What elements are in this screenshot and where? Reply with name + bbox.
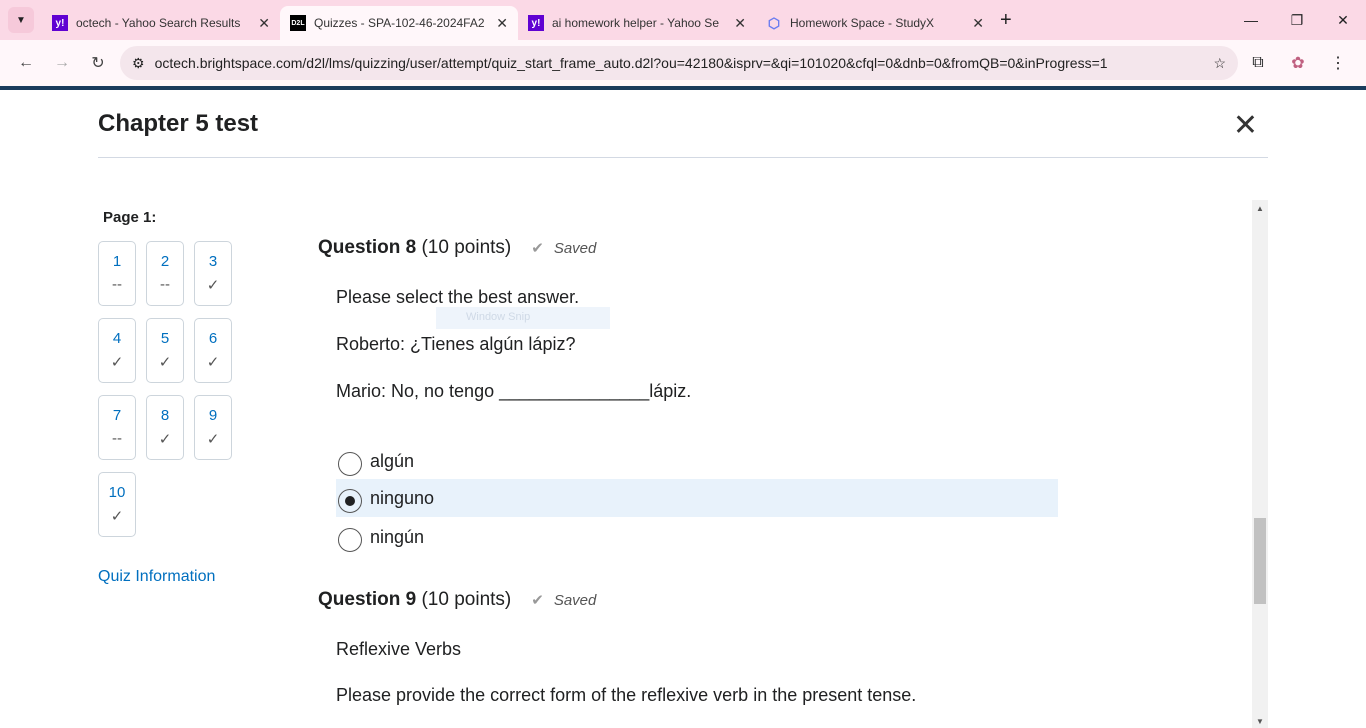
- question-number: 3: [208, 253, 218, 270]
- tab-strip: ▼ y! octech - Yahoo Search Results ✕ D2L Qu…: [0, 0, 1366, 40]
- browser-tab[interactable]: ⬡ Homework Space - StudyX ✕: [756, 6, 994, 40]
- question-text: Mario: No, no tengo _______________lápiz…: [336, 381, 692, 401]
- question-title: Question 9: [318, 589, 417, 610]
- answer-option[interactable]: algún: [336, 442, 1058, 480]
- question-9-heading: Question 9 (10 points) ✔ Saved: [318, 589, 596, 611]
- answered-check-icon: ✓: [206, 277, 220, 294]
- question-number: 1: [112, 253, 122, 270]
- question-number: 5: [160, 330, 170, 347]
- question-number: 4: [112, 330, 122, 347]
- option-label: ningún: [370, 526, 425, 547]
- radio-button-checked[interactable]: [338, 489, 362, 513]
- url-text[interactable]: octech.brightspace.com/d2l/lms/quizzing/…: [155, 55, 1214, 71]
- tab-search-chevron-icon[interactable]: ▼: [8, 7, 34, 33]
- site-info-icon[interactable]: ⚙: [132, 55, 145, 72]
- answered-check-icon: ✓: [206, 354, 220, 371]
- tab-title: Homework Space - StudyX: [790, 16, 935, 30]
- new-tab-icon[interactable]: +: [1000, 9, 1012, 32]
- browser-tab[interactable]: y! ai homework helper - Yahoo Se ✕: [518, 6, 756, 40]
- answer-option[interactable]: ningún: [336, 518, 1058, 556]
- close-window-icon[interactable]: ✕: [1320, 0, 1366, 40]
- question-nav-button-5[interactable]: 5 ✓: [146, 318, 184, 383]
- yahoo-icon: y!: [52, 15, 68, 31]
- browser-tab[interactable]: y! octech - Yahoo Search Results ✕: [42, 6, 280, 40]
- question-nav-button-8[interactable]: 8 ✓: [146, 395, 184, 460]
- question-topic: Reflexive Verbs: [336, 639, 462, 659]
- browser-tab-active[interactable]: D2L Quizzes - SPA-102-46-2024FA2 ✕: [280, 6, 518, 40]
- answered-check-icon: ✓: [206, 431, 220, 448]
- question-8-heading: Question 8 (10 points) ✔ Saved: [318, 237, 596, 259]
- close-tab-icon[interactable]: ✕: [258, 15, 270, 32]
- question-number: 7: [112, 407, 122, 424]
- question-title: Question 8: [318, 237, 417, 258]
- radio-button[interactable]: [338, 452, 362, 476]
- saved-status: Saved: [553, 240, 597, 257]
- tab-title: Quizzes - SPA-102-46-2024FA2: [314, 16, 485, 30]
- close-tab-icon[interactable]: ✕: [496, 15, 508, 32]
- answer-option-selected[interactable]: ninguno: [336, 479, 1058, 517]
- reload-icon[interactable]: ↻: [80, 53, 116, 73]
- radio-button[interactable]: [338, 528, 362, 552]
- window-snip-overlay: Window Snip: [436, 307, 610, 329]
- tab-title: octech - Yahoo Search Results: [76, 16, 241, 30]
- quiz-information-link[interactable]: Quiz Information: [98, 568, 215, 586]
- question-nav-button-7[interactable]: 7 --: [98, 395, 136, 460]
- quiz-header: Chapter 5 test ✕: [98, 92, 1268, 158]
- check-icon: ✔: [531, 240, 544, 257]
- page-title: Chapter 5 test: [98, 110, 259, 137]
- unanswered-indicator: --: [112, 430, 122, 447]
- forward-icon[interactable]: →: [44, 54, 80, 72]
- question-nav-button-9[interactable]: 9 ✓: [194, 395, 232, 460]
- close-tab-icon[interactable]: ✕: [972, 15, 984, 32]
- answered-check-icon: ✓: [110, 354, 124, 371]
- question-text: Roberto: ¿Tienes algún lápiz?: [336, 334, 576, 354]
- d2l-icon: D2L: [290, 15, 306, 31]
- scroll-down-icon[interactable]: ▼: [1252, 717, 1268, 726]
- question-nav-button-3[interactable]: 3 ✓: [194, 241, 232, 306]
- option-label: ninguno: [370, 487, 435, 508]
- question-nav-button-10[interactable]: 10 ✓: [98, 472, 136, 537]
- yahoo-icon: y!: [528, 15, 544, 31]
- question-nav-button-1[interactable]: 1 --: [98, 241, 136, 306]
- studyx-icon: ⬡: [767, 14, 781, 31]
- address-bar[interactable]: ⚙ octech.brightspace.com/d2l/lms/quizzin…: [120, 46, 1238, 80]
- close-icon[interactable]: ✕: [1233, 108, 1258, 143]
- scrollbar-thumb[interactable]: [1254, 518, 1266, 604]
- option-label: algún: [370, 450, 415, 471]
- extensions-icon[interactable]: ⧉: [1238, 54, 1278, 72]
- profile-avatar[interactable]: ✿: [1278, 53, 1318, 73]
- question-number: 8: [160, 407, 170, 424]
- brand-bar: [0, 86, 1366, 90]
- check-icon: ✔: [531, 592, 544, 609]
- question-number: 9: [208, 407, 218, 424]
- question-nav-button-6[interactable]: 6 ✓: [194, 318, 232, 383]
- page-label: Page 1:: [103, 209, 157, 226]
- question-nav-button-2[interactable]: 2 --: [146, 241, 184, 306]
- answered-check-icon: ✓: [158, 354, 172, 371]
- scrollbar[interactable]: ▲ ▼: [1252, 200, 1268, 728]
- scroll-up-icon[interactable]: ▲: [1252, 204, 1268, 213]
- saved-status: Saved: [553, 592, 597, 609]
- question-nav-button-4[interactable]: 4 ✓: [98, 318, 136, 383]
- question-number: 6: [208, 330, 218, 347]
- bookmark-star-icon[interactable]: ☆: [1213, 55, 1226, 72]
- menu-icon[interactable]: ⋮: [1318, 53, 1358, 73]
- question-prompt: Please provide the correct form of the r…: [336, 685, 917, 705]
- question-points: (10 points): [421, 589, 512, 610]
- tab-title: ai homework helper - Yahoo Se: [552, 16, 719, 30]
- question-number: 2: [160, 253, 170, 270]
- question-prompt: Please select the best answer.: [336, 287, 580, 307]
- question-points: (10 points): [421, 237, 512, 258]
- address-bar-row: ← → ↻ ⚙ octech.brightspace.com/d2l/lms/q…: [0, 40, 1366, 86]
- question-number: 10: [108, 484, 126, 501]
- unanswered-indicator: --: [112, 276, 122, 293]
- restore-icon[interactable]: ❐: [1274, 0, 1320, 40]
- back-icon[interactable]: ←: [8, 54, 44, 72]
- unanswered-indicator: --: [160, 276, 170, 293]
- question-navigator: 1 -- 2 -- 3 ✓ 4 ✓ 5 ✓ 6 ✓ 7 -- 8 ✓ 9 ✓ 10 ✓: [98, 241, 232, 537]
- answered-check-icon: ✓: [110, 508, 124, 525]
- answered-check-icon: ✓: [158, 431, 172, 448]
- close-tab-icon[interactable]: ✕: [734, 15, 746, 32]
- minimize-icon[interactable]: —: [1228, 0, 1274, 40]
